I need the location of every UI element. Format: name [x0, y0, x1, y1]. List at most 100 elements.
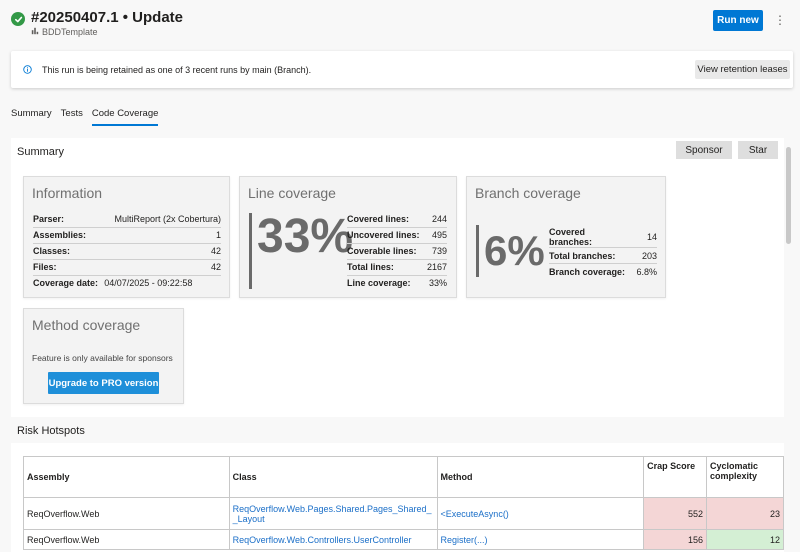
info-key: Parser:	[33, 211, 105, 228]
stat-value: 203	[636, 247, 657, 264]
line-coverage-title: Line coverage	[248, 185, 336, 201]
info-row: Files: 42	[33, 259, 221, 276]
risk-hotspots-table: Assembly Class Method Crap Score Cycloma…	[23, 456, 784, 550]
table-row: ReqOverflow.Web ReqOverflow.Web.Controll…	[23, 529, 784, 550]
stat-key: Total lines:	[347, 259, 427, 276]
stat-row: Total branches: 203	[549, 247, 657, 264]
stat-row: Line coverage: 33%	[347, 275, 447, 291]
info-value: 1	[104, 227, 221, 244]
summary-heading: Summary	[17, 146, 65, 158]
column-header-method[interactable]: Method	[436, 456, 645, 498]
vertical-scrollbar[interactable]	[786, 147, 791, 244]
stat-row: Uncovered lines: 495	[347, 227, 447, 244]
info-row: Parser: MultiReport (2x Cobertura)	[33, 211, 221, 228]
stat-value: 14	[636, 227, 657, 248]
class-link[interactable]: ReqOverflow.Web.Controllers.UserControll…	[233, 535, 412, 545]
success-check-icon	[11, 12, 25, 26]
stat-value: 739	[426, 243, 447, 260]
information-table: Parser: MultiReport (2x Cobertura) Assemb…	[33, 211, 221, 291]
info-key: Classes:	[33, 243, 105, 260]
sponsor-button[interactable]: Sponsor	[676, 141, 732, 159]
stat-key: Coverable lines:	[347, 243, 427, 260]
banner-message: This run is being retained as one of 3 r…	[42, 65, 312, 75]
stat-row: Covered lines: 244	[347, 211, 447, 228]
assembly-cell: ReqOverflow.Web	[23, 529, 230, 550]
method-cell: <ExecuteAsync()	[436, 497, 645, 530]
information-title: Information	[32, 185, 103, 201]
info-row: Classes: 42	[33, 243, 221, 260]
upgrade-pro-button[interactable]: Upgrade to PRO version	[48, 372, 159, 394]
stat-row: Covered branches: 14	[549, 227, 657, 248]
line-coverage-card: Line coverage 33% Covered lines: 244 Unco…	[239, 176, 457, 298]
view-retention-leases-button[interactable]: View retention leases	[695, 60, 790, 79]
method-link[interactable]: Register(...)	[441, 535, 488, 545]
stat-value: 244	[426, 211, 447, 228]
stat-value: 33%	[428, 278, 447, 289]
run-title: #20250407.1 • Update	[31, 9, 184, 26]
pipeline-name: BDDTemplate	[42, 27, 98, 37]
stat-value: 2167	[426, 259, 447, 276]
method-coverage-description: Feature is only available for sponsors	[32, 353, 173, 363]
tab-summary[interactable]: Summary	[11, 108, 52, 126]
crap-score-cell: 552	[643, 497, 708, 530]
stat-row: Total lines: 2167	[347, 259, 447, 276]
info-value: MultiReport (2x Cobertura)	[104, 211, 221, 228]
branch-coverage-table: Covered branches: 14 Total branches: 203 B…	[549, 227, 657, 280]
branch-coverage-bar	[476, 225, 479, 277]
line-coverage-bar	[249, 213, 252, 289]
information-card: Information Parser: MultiReport (2x Cober…	[23, 176, 230, 298]
stat-value: 6.8%	[636, 266, 657, 277]
stat-key: Covered lines:	[347, 211, 427, 228]
run-header: #20250407.1 • Update BDDTemplate Run new…	[0, 0, 800, 44]
risk-hotspots-title: Risk Hotspots	[17, 425, 85, 437]
info-row: Coverage date: 04/07/2025 - 09:22:58	[33, 275, 221, 291]
stat-key: Uncovered lines:	[347, 227, 427, 244]
table-header-row: Assembly Class Method Crap Score Cycloma…	[23, 456, 784, 498]
tab-code-coverage[interactable]: Code Coverage	[91, 108, 158, 126]
stat-key: Total branches:	[549, 247, 637, 264]
line-coverage-table: Covered lines: 244 Uncovered lines: 495 Co…	[347, 211, 447, 291]
more-actions-icon[interactable]: ⋮	[774, 13, 786, 29]
info-key: Files:	[33, 259, 105, 276]
class-link[interactable]: ReqOverflow.Web.Pages.Shared.Pages_Share…	[233, 504, 432, 524]
column-header-cyclomatic[interactable]: Cyclomatic complexity	[706, 456, 784, 498]
branch-coverage-percent: 6%	[484, 227, 545, 274]
info-value: 04/07/2025 - 09:22:58	[104, 278, 193, 289]
retention-banner: This run is being retained as one of 3 r…	[11, 51, 793, 88]
assembly-cell: ReqOverflow.Web	[23, 497, 230, 530]
risk-hotspots-header	[11, 417, 784, 443]
method-coverage-card: Method coverage Feature is only availabl…	[23, 308, 184, 404]
info-value: 42	[104, 243, 221, 260]
run-new-button[interactable]: Run new	[713, 10, 763, 31]
method-coverage-title: Method coverage	[32, 317, 141, 333]
coverage-report: Summary Sponsor Star Information Parser:…	[11, 138, 784, 552]
info-row: Assemblies: 1	[33, 227, 221, 244]
star-button[interactable]: Star	[738, 141, 778, 159]
info-value: 42	[104, 259, 221, 276]
line-coverage-percent: 33%	[257, 210, 354, 263]
branch-coverage-card: Branch coverage 6% Covered branches: 14 T…	[466, 176, 666, 298]
stat-key: Line coverage:	[347, 278, 411, 289]
column-header-assembly[interactable]: Assembly	[23, 456, 230, 498]
cyclomatic-cell: 23	[706, 497, 784, 530]
info-key: Assemblies:	[33, 227, 105, 244]
class-cell: ReqOverflow.Web.Controllers.UserControll…	[228, 529, 438, 550]
method-link[interactable]: <ExecuteAsync()	[441, 509, 509, 519]
pipeline-link[interactable]: BDDTemplate	[31, 27, 98, 37]
stat-key: Branch coverage:	[549, 266, 626, 277]
info-icon	[23, 65, 32, 74]
run-tabs: Summary Tests Code Coverage	[11, 108, 167, 126]
stat-key: Covered branches:	[549, 227, 637, 248]
stat-value: 495	[426, 227, 447, 244]
column-header-class[interactable]: Class	[228, 456, 438, 498]
method-cell: Register(...)	[436, 529, 645, 550]
cyclomatic-cell: 12	[706, 529, 784, 550]
stat-row: Branch coverage: 6.8%	[549, 264, 657, 280]
table-row: ReqOverflow.Web ReqOverflow.Web.Pages.Sh…	[23, 497, 784, 530]
tab-tests[interactable]: Tests	[61, 108, 83, 126]
branch-coverage-title: Branch coverage	[475, 185, 581, 201]
stat-row: Coverable lines: 739	[347, 243, 447, 260]
crap-score-cell: 156	[643, 529, 708, 550]
column-header-crap-score[interactable]: Crap Score	[643, 456, 708, 498]
info-key: Coverage date:	[33, 278, 99, 289]
